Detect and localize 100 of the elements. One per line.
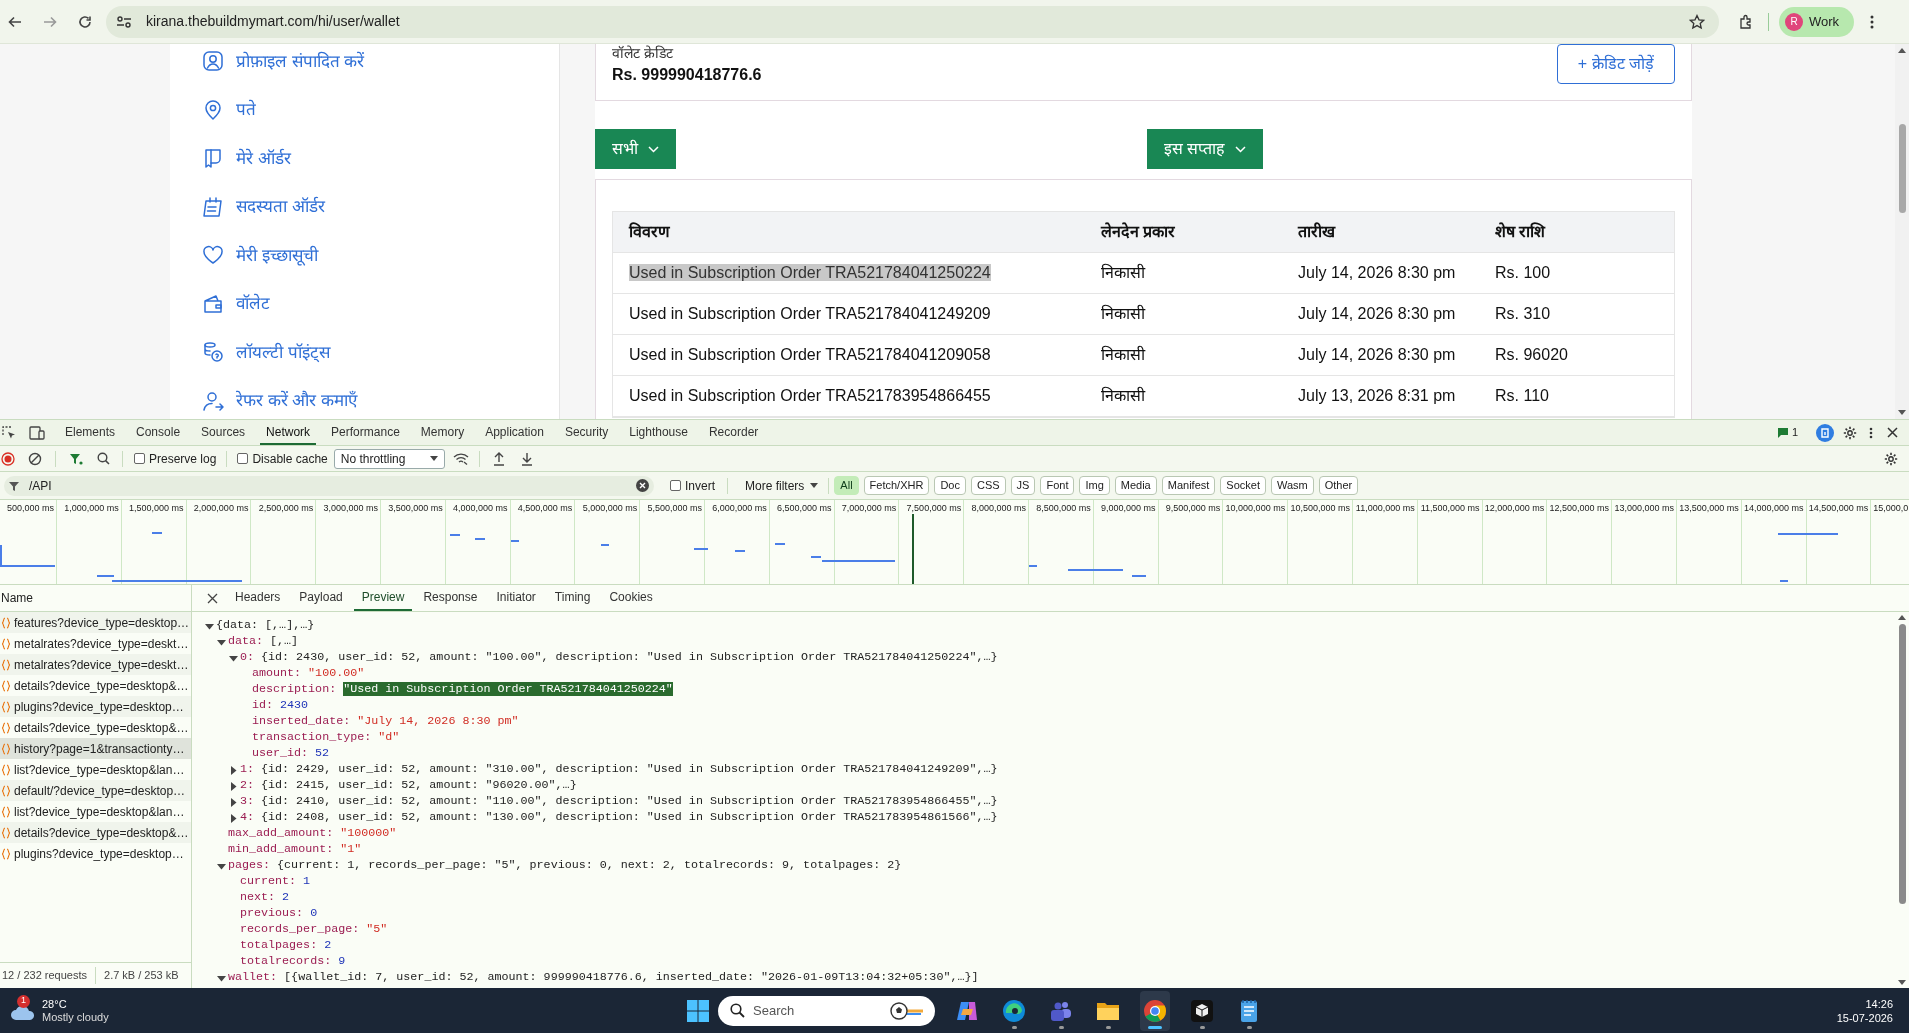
detail-tab[interactable]: Preview (353, 585, 413, 611)
request-row[interactable]: details?device_type=desktop&… (0, 822, 191, 843)
network-conditions-icon[interactable] (452, 452, 469, 465)
request-row[interactable]: default/?device_type=desktop… (0, 780, 191, 801)
timeline-tick-label: 11,500,000 ms (1420, 502, 1480, 514)
export-har-icon[interactable] (520, 451, 533, 466)
detail-tab[interactable]: Initiator (488, 585, 544, 611)
detail-tab[interactable]: Timing (546, 585, 599, 611)
type-filter-chip[interactable]: Img (1079, 476, 1110, 495)
collapse-arrow-icon[interactable] (217, 861, 226, 871)
clear-icon[interactable] (28, 451, 42, 466)
sidebar-link[interactable]: पते (236, 97, 256, 123)
type-filter-chip[interactable]: Socket (1220, 476, 1266, 495)
type-filter-chip[interactable]: Other (1318, 476, 1359, 495)
issues-icon[interactable] (1776, 427, 1789, 438)
sidebar-link[interactable]: सदस्यता ऑर्डर (236, 194, 325, 220)
type-filter-chip[interactable]: Wasm (1270, 476, 1314, 495)
cube-icon[interactable] (1190, 998, 1214, 1023)
devtools-tab[interactable]: Recorder (702, 420, 765, 445)
collapse-arrow-icon[interactable] (217, 973, 226, 983)
filter-dropdown[interactable]: इस सप्ताह (1147, 129, 1264, 169)
device-toolbar-icon[interactable] (29, 425, 45, 440)
add-credit-button[interactable]: + क्रेडिट जोड़ें (1556, 44, 1675, 84)
clear-icon[interactable] (636, 479, 649, 492)
scrollbar-thumb[interactable] (1898, 624, 1906, 904)
record-icon[interactable] (1, 451, 15, 466)
expand-arrow-icon[interactable] (229, 765, 238, 775)
detail-tab[interactable]: Response (415, 585, 486, 611)
request-row[interactable]: features?device_type=desktop… (0, 612, 191, 633)
sidebar-link[interactable]: प्रोफ़ाइल संपादित करें (236, 48, 365, 74)
sidebar-link[interactable]: मेरे ऑर्डर (236, 145, 291, 171)
expand-arrow-icon[interactable] (229, 781, 238, 791)
json-line: wallet: [{wallet_id: 7, user_id: 52, amount: 999990418776.6, inserted_date: "2026-01-09T13:04:32+05:30",…}] (228, 969, 979, 987)
expand-arrow-icon[interactable] (229, 797, 238, 807)
devtools-tab[interactable]: Lighthouse (623, 420, 694, 445)
type-filter-chip[interactable]: Doc (934, 476, 966, 495)
sidebar-link[interactable]: वॉलेट (236, 291, 270, 317)
detail-tab[interactable]: Payload (291, 585, 351, 611)
fetch-icon (1, 637, 11, 650)
filter-input[interactable]: /API (4, 475, 654, 496)
collapse-arrow-icon[interactable] (229, 653, 238, 663)
close-icon[interactable] (207, 592, 218, 604)
more-filters-dropdown[interactable]: More filters (745, 476, 819, 495)
bookmark-star-icon[interactable] (1689, 13, 1705, 30)
type-filter-chip[interactable]: Media (1114, 476, 1157, 495)
back-icon[interactable] (8, 14, 22, 29)
timeline-tick-label: 15,000,0 (1873, 502, 1909, 514)
collapse-arrow-icon[interactable] (217, 637, 226, 647)
menu-icon[interactable] (1870, 14, 1874, 29)
sidebar-link[interactable]: लॉयल्टी पॉइंट्स (236, 339, 330, 365)
settings-icon[interactable] (1884, 451, 1898, 466)
sidebar-link[interactable]: रेफर करें और कमाएँ (236, 388, 358, 414)
scrollbar-thumb[interactable] (1898, 124, 1906, 213)
devtools-tab[interactable]: Security (558, 420, 615, 445)
taskbar-search[interactable]: Search (718, 995, 935, 1026)
profile-button[interactable]: R Work (1779, 6, 1854, 37)
devtools-tab[interactable]: Performance (325, 420, 406, 445)
search-field[interactable]: Search (753, 1000, 881, 1021)
type-filter-chip[interactable]: CSS (970, 476, 1006, 495)
checkbox-option[interactable]: Preserve log (134, 449, 217, 468)
scroll-down-icon[interactable] (1898, 980, 1906, 985)
filter-dropdown[interactable]: सभी (595, 129, 676, 169)
sidebar-link[interactable]: मेरी इच्छासूची (236, 242, 318, 268)
type-filter-chip[interactable]: All (834, 476, 859, 495)
type-filter-chip[interactable]: Font (1040, 476, 1075, 495)
type-filter-chip[interactable]: JS (1010, 476, 1036, 495)
detail-tab[interactable]: Cookies (601, 585, 661, 611)
scroll-up-icon[interactable] (1898, 48, 1906, 53)
json-line: inserted_date: "July 14, 2026 8:30 pm" (252, 713, 519, 731)
devtools-tab[interactable]: Elements (59, 420, 122, 445)
address-bar[interactable]: kirana.thebuildmymart.com/hi/user/wallet (106, 5, 1719, 38)
inspect-element-icon[interactable] (2, 425, 16, 440)
request-row[interactable]: history?page=1&transactionty… (0, 738, 191, 759)
import-har-icon[interactable] (492, 451, 505, 466)
filter-icon[interactable] (69, 451, 83, 466)
devtools-tab[interactable]: Sources (195, 420, 252, 445)
collapse-arrow-icon[interactable] (205, 621, 214, 631)
extensions-icon[interactable] (1738, 13, 1754, 30)
devtools-tab[interactable]: Application (479, 420, 550, 445)
devtools-tab[interactable]: Console (130, 420, 187, 445)
devtools-tab[interactable]: Memory (414, 420, 471, 445)
reload-icon[interactable] (78, 14, 92, 29)
request-row[interactable]: plugins?device_type=desktop… (0, 696, 191, 717)
checkbox-option[interactable]: Disable cache (237, 449, 328, 468)
scroll-up-icon[interactable] (1898, 615, 1906, 620)
type-filter-chip[interactable]: Fetch/XHR (863, 476, 930, 495)
close-icon[interactable] (1887, 427, 1898, 438)
scroll-down-icon[interactable] (1898, 410, 1906, 415)
checkbox-option[interactable]: Invert (670, 476, 715, 495)
chrome-icon[interactable] (1143, 998, 1167, 1023)
site-settings-icon[interactable] (116, 14, 132, 29)
settings-icon[interactable] (1843, 425, 1857, 440)
detail-tab[interactable]: Headers (227, 585, 289, 611)
type-filter-chip[interactable]: Manifest (1161, 476, 1216, 495)
request-row[interactable]: metalrates?device_type=deskt… (0, 654, 191, 675)
expand-arrow-icon[interactable] (229, 813, 238, 823)
more-options-icon[interactable] (1869, 426, 1873, 439)
search-icon[interactable] (97, 452, 110, 465)
throttling-select[interactable]: No throttling (333, 448, 445, 469)
windows-start-icon[interactable] (686, 998, 710, 1023)
